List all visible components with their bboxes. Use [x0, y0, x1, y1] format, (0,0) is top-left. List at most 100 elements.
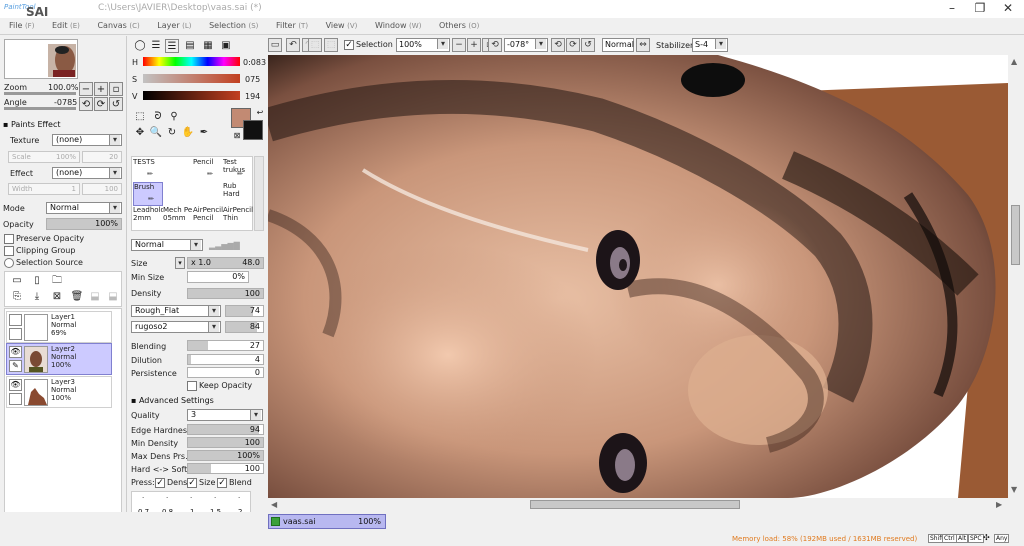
copy-layer-icon[interactable]: ⎘ — [10, 290, 24, 304]
new-linework-icon[interactable]: ▯ — [30, 274, 44, 288]
new-folder-icon[interactable]: 🗀 — [50, 274, 64, 288]
hue-slider[interactable] — [143, 57, 240, 66]
lasso-icon[interactable]: ᘐ — [151, 110, 165, 124]
rect-select-icon[interactable]: ⬚ — [133, 110, 147, 124]
invert-selection-icon[interactable]: ⬚ — [324, 38, 338, 52]
color-mixer-icon[interactable]: ▤ — [183, 39, 197, 53]
press-size-checkbox[interactable]: ✓ — [187, 478, 197, 488]
menu-filter[interactable]: Filter (T) — [267, 18, 314, 35]
horizontal-scroll-thumb[interactable] — [530, 500, 740, 509]
tool-empty[interactable] — [163, 158, 193, 182]
persistence-slider[interactable]: 0 — [187, 367, 264, 378]
nav-zoom-fit-icon[interactable]: ▫ — [109, 82, 123, 96]
zoom-out-icon[interactable]: − — [452, 38, 466, 52]
rgb-slider-icon[interactable]: ☰ — [149, 39, 163, 53]
swatches-icon[interactable]: ▦ — [201, 39, 215, 53]
hard-soft-slider[interactable]: 100 — [187, 463, 264, 474]
rotate-icon[interactable]: ↻ — [165, 126, 179, 140]
visibility-eye-icon[interactable]: 👁 — [9, 379, 22, 391]
nav-rotate-reset-icon[interactable]: ↺ — [109, 97, 123, 111]
navigator-preview[interactable] — [4, 39, 78, 79]
flip-icon[interactable]: ⇔ — [636, 38, 650, 52]
tool-airpencil[interactable]: AirPencil Pencil — [193, 206, 223, 230]
rotate-cw-icon[interactable]: ⟳ — [566, 38, 580, 52]
paints-effect-header[interactable]: ▪ Paints Effect — [3, 120, 61, 129]
angle-select[interactable]: -078° — [504, 38, 548, 52]
tool-tests[interactable]: TESTS ✏ — [133, 158, 163, 182]
hsv-slider-icon[interactable]: ☰ — [165, 39, 179, 53]
brush-shape-select[interactable]: Rough_Flat — [131, 305, 221, 317]
stabilizer-select[interactable]: S-4 — [692, 38, 728, 52]
layer-item[interactable]: 👁 ✎ Layer2 Normal 100% — [6, 343, 112, 375]
scroll-down-icon[interactable]: ▼ — [1011, 485, 1017, 494]
scroll-left-icon[interactable]: ◀ — [271, 500, 277, 509]
texture-strength-slider[interactable]: 84 — [225, 321, 264, 333]
density-slider[interactable]: 100 — [187, 288, 264, 299]
zoom-slider[interactable] — [4, 92, 76, 95]
layer-item[interactable]: 👁 Layer3 Normal 100% — [6, 376, 112, 408]
tool-mech-pencil[interactable]: Mech Pe 05mm — [163, 206, 193, 230]
minsize-slider[interactable]: 0% — [187, 271, 249, 283]
visibility-toggle[interactable] — [9, 314, 22, 326]
restore-icon[interactable]: ▭ — [268, 38, 282, 52]
layer-item[interactable]: Layer1 Normal 69% — [6, 311, 112, 343]
tool-grid-scrollbar[interactable] — [254, 156, 264, 231]
transparent-color-icon[interactable]: ⊠ — [230, 129, 244, 143]
minimize-icon[interactable]: – — [938, 0, 966, 18]
brush-lock-icon[interactable]: ✎ — [9, 360, 22, 372]
angle-slider[interactable] — [4, 107, 76, 110]
blend-mode-select[interactable]: Normal — [602, 38, 634, 52]
scale-field[interactable]: 20 — [82, 151, 122, 163]
rotate-reset-icon[interactable]: ↺ — [581, 38, 595, 52]
nav-rotate-left-icon[interactable]: ⟲ — [79, 97, 93, 111]
nav-zoom-out-icon[interactable]: − — [79, 82, 93, 96]
tool-airpencil-thin[interactable]: AirPencil Thin — [223, 206, 253, 230]
preset-dot[interactable]: · — [214, 494, 216, 502]
undo-icon[interactable]: ↶ — [286, 38, 300, 52]
advanced-settings-header[interactable]: ▪ Advanced Settings — [131, 396, 214, 405]
tool-test-trukus[interactable]: Test trukus ✏ — [223, 158, 253, 182]
press-dens-checkbox[interactable]: ✓ — [155, 478, 165, 488]
tool-empty[interactable] — [163, 182, 193, 206]
preset-dot[interactable]: · — [166, 494, 168, 502]
magic-wand-icon[interactable]: ⚲ — [167, 110, 181, 124]
quality-select[interactable]: 3 — [187, 409, 263, 421]
menu-edit[interactable]: Edit (E) — [43, 18, 86, 35]
eyedropper-icon[interactable]: ✒ — [197, 126, 211, 140]
nav-rotate-right-icon[interactable]: ⟳ — [94, 97, 108, 111]
zoom-select[interactable]: 100% — [396, 38, 450, 52]
visibility-eye-icon[interactable]: 👁 — [9, 346, 22, 358]
opacity-slider[interactable]: 100% — [46, 218, 122, 230]
max-dens-prs-slider[interactable]: 100% — [187, 450, 264, 461]
swap-colors-icon[interactable]: ↩ — [253, 106, 267, 120]
tool-empty[interactable] — [193, 182, 223, 206]
texture-select[interactable]: (none) — [52, 134, 122, 146]
new-layer-icon[interactable]: ▭ — [10, 274, 24, 288]
tool-brush[interactable]: Brush ✏ — [133, 182, 163, 206]
brush-blend-select[interactable]: Normal — [131, 239, 203, 251]
press-blend-checkbox[interactable]: ✓ — [217, 478, 227, 488]
merge-down-icon[interactable]: ⤓ — [30, 290, 44, 304]
vertical-scroll-thumb[interactable] — [1011, 205, 1020, 265]
clear-layer-icon[interactable]: ⊠ — [50, 290, 64, 304]
document-tab[interactable]: vaas.sai 100% — [268, 514, 386, 529]
lock-disabled-icon[interactable]: ⬓ — [88, 290, 102, 304]
keep-opacity-checkbox[interactable] — [187, 381, 197, 391]
menu-canvas[interactable]: Canvas (C) — [88, 18, 145, 35]
dilution-slider[interactable]: 4 — [187, 354, 264, 365]
selection-source-checkbox[interactable] — [4, 258, 14, 268]
zoom-icon[interactable]: 🔍 — [149, 126, 163, 140]
tool-pencil[interactable]: Pencil ✏ — [193, 158, 223, 182]
rotate-left-icon[interactable]: ⟲ — [488, 38, 502, 52]
clipping-group-checkbox[interactable] — [4, 246, 14, 256]
tool-leadholder[interactable]: Leadhold 2mm — [133, 206, 163, 230]
selection-checkbox[interactable]: ✓ — [344, 40, 354, 50]
drawing-canvas[interactable] — [268, 55, 1008, 498]
hand-icon[interactable]: ✋ — [181, 126, 195, 140]
delete-layer-icon[interactable]: 🗑 — [70, 290, 84, 304]
saturation-slider[interactable] — [143, 74, 240, 83]
maximize-icon[interactable]: ❐ — [966, 0, 994, 18]
preserve-opacity-checkbox[interactable] — [4, 234, 14, 244]
menu-file[interactable]: File (F) — [0, 18, 40, 35]
nav-zoom-in-icon[interactable]: + — [94, 82, 108, 96]
